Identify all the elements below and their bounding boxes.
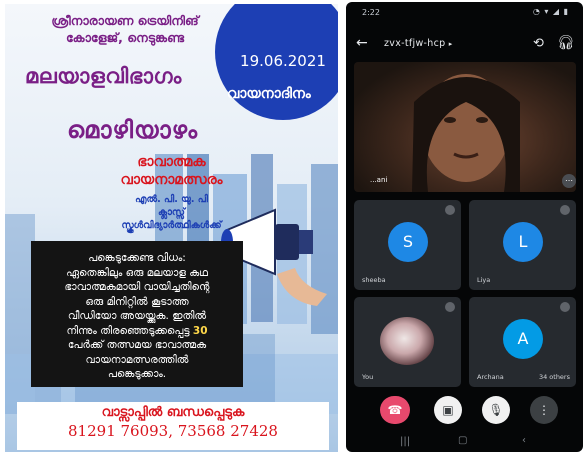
rules-number: 30 <box>192 324 208 337</box>
more-options-icon[interactable]: ⋯ <box>562 174 576 188</box>
rules-line: വായനാമത്സരത്തിൽ <box>85 353 189 366</box>
participant-tile-self[interactable]: You <box>354 297 461 387</box>
participant-tile-archana[interactable]: A Archana 34 others <box>469 297 576 387</box>
contact-title: വാട്സാപ്പിൽ ബന്ധപ്പെടുക <box>101 405 245 420</box>
rules-line: വീഡിയോ അയയ്ക്കുക. ഇതിൽ <box>67 310 207 322</box>
rules-line: പേർക്ക് തത്സമയ ഭാവാത്മക <box>67 339 207 351</box>
status-icons: ◔ ▾ ◢ ▮ <box>532 7 569 16</box>
home-icon[interactable]: ▢ <box>458 435 467 446</box>
pin-icon[interactable] <box>560 302 570 312</box>
nav-back-icon[interactable]: ‹ <box>522 435 526 446</box>
mic-toggle-button[interactable]: 🎙︎ <box>482 396 510 424</box>
switch-camera-icon[interactable]: ⟲ <box>533 36 544 51</box>
recents-icon[interactable]: ||| <box>400 436 410 447</box>
contact-phones: 81291 76093, 73568 27428 <box>68 422 278 440</box>
event-date: 19.06.2021 <box>240 52 326 70</box>
end-call-button[interactable]: ☎ <box>380 396 410 424</box>
participant-name: Liya <box>477 276 491 284</box>
status-bar: 2:22 ◔ ▾ ◢ ▮ <box>346 2 583 30</box>
avatar: A <box>503 319 543 359</box>
android-nav-bar: ||| ▢ ‹ <box>346 434 583 452</box>
video-toggle-button[interactable]: ▣ <box>434 396 462 424</box>
college-name-line1: ശ്രീനാരായണ ട്രെയിനിങ് <box>51 13 199 28</box>
participant-name: sheeba <box>362 276 386 284</box>
meeting-code-text: zvx-tfjw-hcp <box>384 38 446 49</box>
rules-line: ഏതെങ്കിലും ഒരു മലയാള കഥ <box>66 266 208 279</box>
college-name-line2: കോളേജ്, നെടുങ്കണ്ട <box>65 30 185 45</box>
status-time: 2:22 <box>362 8 380 17</box>
meeting-top-bar: ← zvx-tfjw-hcp ▸ ⟲ 🎧︎ <box>346 32 583 58</box>
avatar: L <box>503 222 543 262</box>
chevron-right-icon: ▸ <box>448 40 453 48</box>
rules-line: പങ്കെടുക്കേണ്ട വിധം: <box>88 252 186 264</box>
event-subtitle-2: വായനാമത്സരം <box>120 172 223 188</box>
back-arrow-icon[interactable]: ← <box>356 35 368 51</box>
screenshot-root: 19.06.2021 ശ്രീനാരായണ ട്രെയിനിങ് കോളേജ്,… <box>0 0 585 454</box>
others-count: 34 others <box>538 373 570 381</box>
rules-line: നിന്നും തിരഞ്ഞെടുക്കപ്പെട്ട 30 <box>41 324 233 339</box>
rules-line: ഒരു മിനിറ്റിൽ കൂടാത്ത <box>85 295 189 308</box>
participant-face-image <box>412 74 520 192</box>
phone-screen: 2:22 ◔ ▾ ◢ ▮ ← zvx-tfjw-hcp ▸ ⟲ 🎧︎ ...an… <box>346 2 583 452</box>
participant-name: You <box>362 373 374 381</box>
rules-line: ഭാവാത്മകമായി വായിച്ചതിന്റെ <box>64 281 210 293</box>
rules-line: പങ്കെടുക്കാം. <box>107 368 167 380</box>
participant-tile-liya[interactable]: L Liya <box>469 200 576 290</box>
main-participant-name: ...ani <box>370 176 388 184</box>
pin-icon[interactable] <box>445 205 455 215</box>
meeting-code[interactable]: zvx-tfjw-hcp ▸ <box>384 38 453 49</box>
contact-box: വാട്സാപ്പിൽ ബന്ധപ്പെടുക 81291 76093, 735… <box>17 402 329 450</box>
audio-output-icon[interactable]: 🎧︎ <box>557 35 575 51</box>
college-name: ശ്രീനാരായണ ട്രെയിനിങ് കോളേജ്, നെടുങ്കണ്ട <box>25 12 225 46</box>
pin-icon[interactable] <box>560 205 570 215</box>
department-title: മലയാളവിഭാഗം <box>25 64 182 88</box>
participant-name: Archana <box>477 373 504 381</box>
day-name: വായനാദിനം <box>227 86 311 102</box>
poster: 19.06.2021 ശ്രീനാരായണ ട്രെയിനിങ് കോളേജ്,… <box>5 4 338 452</box>
rules-box: പങ്കെടുക്കേണ്ട വിധം: ഏതെങ്കിലും ഒരു മലയാ… <box>31 241 243 387</box>
avatar: S <box>388 222 428 262</box>
call-controls: ☎ ▣ 🎙︎ ⋮ <box>346 396 583 426</box>
self-view-video <box>380 317 434 365</box>
rules-line-text: നിന്നും തിരഞ്ഞെടുക്കപ്പെട്ട <box>66 324 190 337</box>
participant-tile-sheeba[interactable]: S sheeba <box>354 200 461 290</box>
main-participant-video[interactable] <box>354 62 576 192</box>
event-title: മൊഴിയാഴം <box>67 116 199 144</box>
event-subtitle-1: ഭാവാത്മക <box>137 154 206 170</box>
more-options-button[interactable]: ⋮ <box>530 396 558 424</box>
pin-icon[interactable] <box>445 302 455 312</box>
